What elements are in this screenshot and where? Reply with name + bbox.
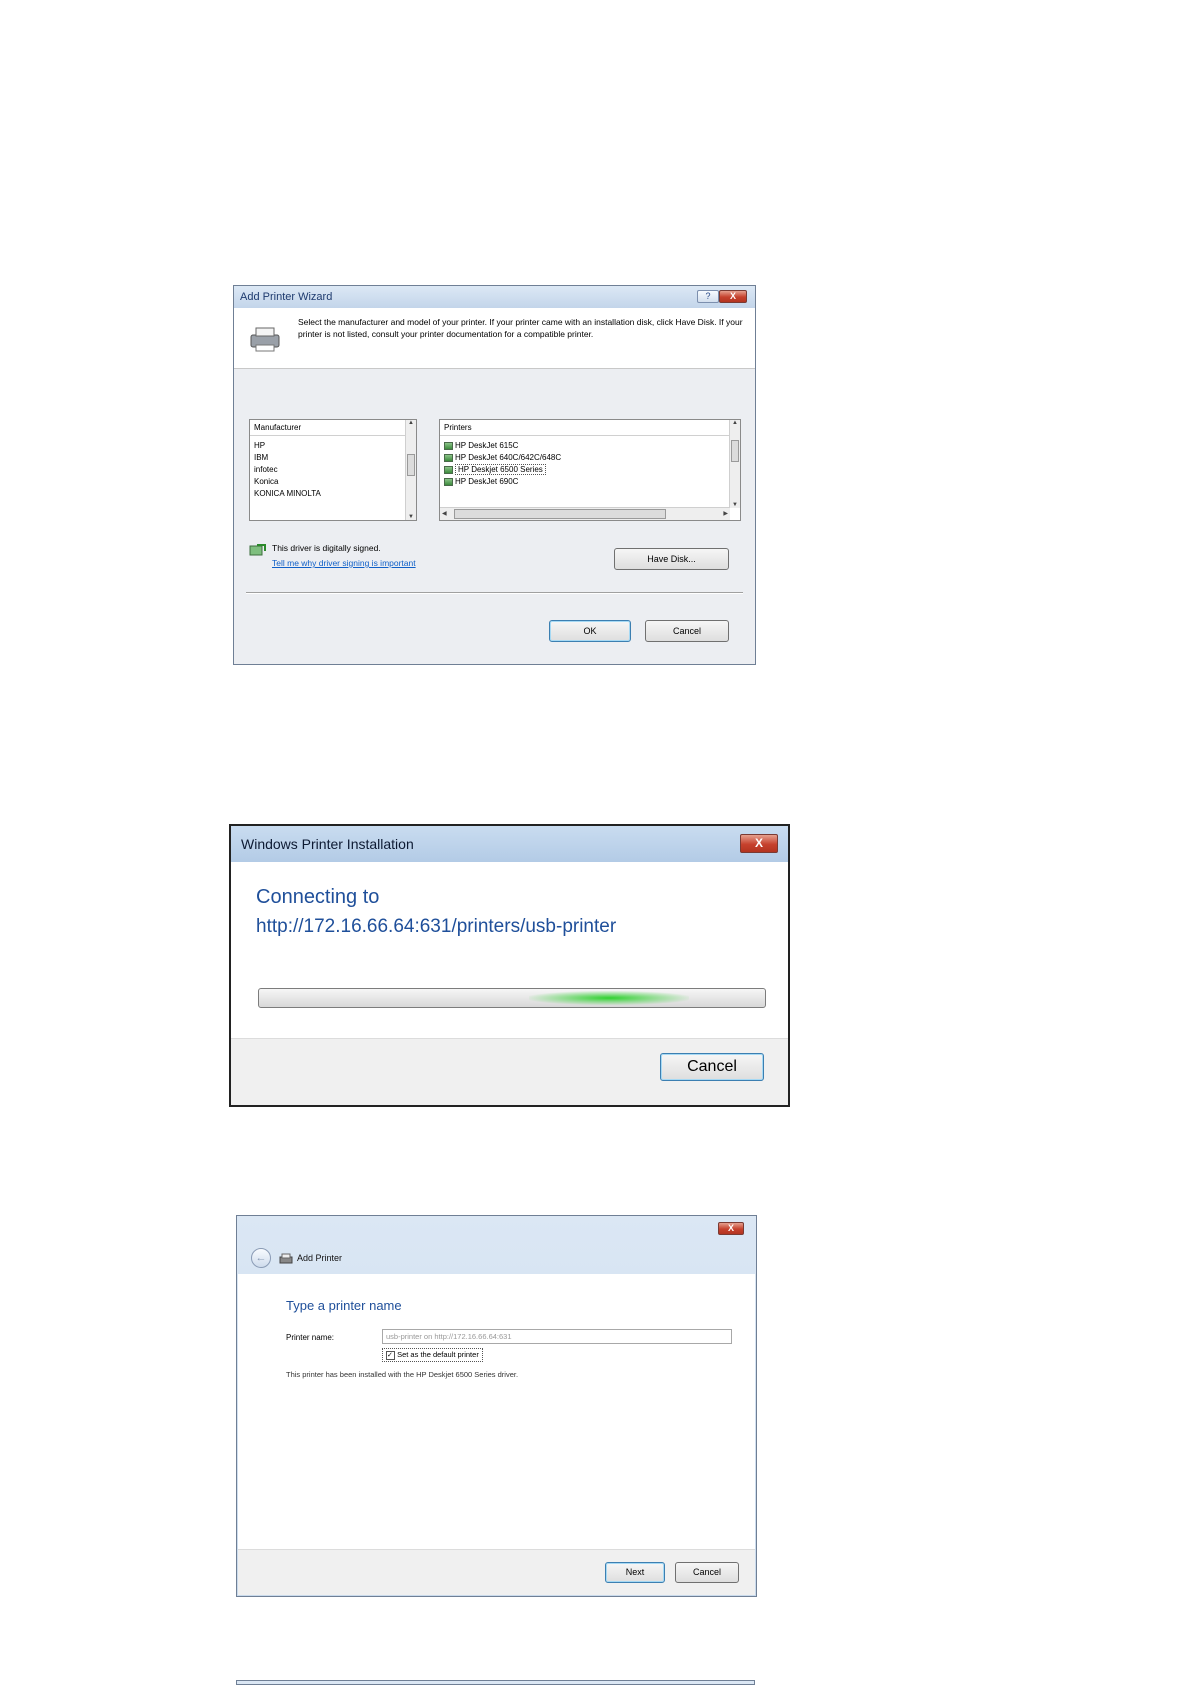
- install-title-bar: Windows Printer Installation X: [231, 826, 788, 862]
- printer-success-window: [236, 1680, 755, 1685]
- scroll-right-icon[interactable]: ▶: [723, 510, 728, 517]
- install-cancel-button[interactable]: Cancel: [660, 1053, 764, 1081]
- next-button[interactable]: Next: [605, 1562, 665, 1583]
- printer-driver-icon: [444, 465, 453, 474]
- help-button[interactable]: ?: [697, 290, 719, 303]
- have-disk-button[interactable]: Have Disk...: [614, 548, 729, 570]
- help-icon: ?: [705, 291, 711, 301]
- printer-small-icon: [279, 1253, 293, 1264]
- close-icon: X: [754, 836, 763, 850]
- list-item[interactable]: IBM: [250, 452, 416, 464]
- list-item[interactable]: HP DeskJet 640C/642C/648C: [440, 452, 740, 464]
- scroll-up-icon[interactable]: ▲: [406, 420, 416, 426]
- printers-hscrollbar[interactable]: ◀ ▶: [440, 507, 730, 520]
- install-progress-bar: [258, 988, 766, 1008]
- wizard-title: Add Printer Wizard: [240, 291, 333, 303]
- list-item[interactable]: KONICA MINOLTA: [250, 488, 416, 500]
- manufacturer-scrollbar[interactable]: ▲ ▼: [405, 420, 416, 520]
- wizard-title-bar: Add Printer Wizard ? X: [234, 286, 755, 308]
- back-arrow-icon: ←: [255, 1252, 267, 1264]
- name-footer: Next Cancel: [238, 1549, 755, 1595]
- wizard-header-panel: Select the manufacturer and model of you…: [234, 308, 755, 369]
- scroll-thumb[interactable]: [454, 509, 666, 519]
- printer-name-label: Printer name:: [286, 1333, 335, 1342]
- ok-button[interactable]: OK: [549, 620, 631, 642]
- list-item[interactable]: HP: [250, 440, 416, 452]
- scroll-left-icon[interactable]: ◀: [442, 510, 447, 517]
- name-heading: Type a printer name: [286, 1298, 402, 1313]
- wizard-divider: [246, 592, 743, 594]
- name-header-title: Add Printer: [297, 1253, 343, 1263]
- close-icon: X: [729, 291, 736, 301]
- manufacturer-list[interactable]: Manufacturer HP IBM infotec Konica KONIC…: [249, 419, 417, 521]
- driver-signing-link[interactable]: Tell me why driver signing is important: [272, 558, 416, 568]
- driver-info-text: This printer has been installed with the…: [286, 1370, 519, 1379]
- wizard-instructions: Select the manufacturer and model of you…: [298, 317, 743, 339]
- printer-name-input[interactable]: [382, 1329, 732, 1344]
- printers-vscrollbar[interactable]: ▲ ▼: [729, 420, 740, 508]
- list-item[interactable]: Konica: [250, 476, 416, 488]
- list-item[interactable]: HP DeskJet 690C: [440, 476, 740, 488]
- printer-installation-window: Windows Printer Installation X Connectin…: [229, 824, 790, 1107]
- back-button[interactable]: ←: [251, 1248, 271, 1268]
- printer-name-window: X ← Add Printer Type a printer name Prin…: [236, 1215, 757, 1597]
- install-connecting-text: Connecting to: [256, 886, 380, 908]
- printer-driver-icon: [444, 477, 453, 486]
- default-printer-checkbox[interactable]: ✓: [386, 1350, 395, 1360]
- printer-icon: [250, 327, 280, 352]
- name-close-button[interactable]: X: [718, 1222, 744, 1235]
- scroll-thumb[interactable]: [731, 440, 739, 462]
- close-icon: X: [727, 1223, 734, 1233]
- install-url-text: http://172.16.66.64:631/printers/usb-pri…: [256, 916, 617, 937]
- printer-driver-icon: [444, 441, 453, 450]
- name-content-panel: Type a printer name Printer name: ✓ Set …: [238, 1274, 755, 1551]
- default-printer-label: Set as the default printer: [397, 1350, 479, 1359]
- default-printer-option[interactable]: ✓ Set as the default printer: [382, 1348, 483, 1362]
- printers-list[interactable]: Printers HP DeskJet 615C HP DeskJet 640C…: [439, 419, 741, 521]
- list-item[interactable]: HP DeskJet 615C: [440, 440, 740, 452]
- name-cancel-button[interactable]: Cancel: [675, 1562, 739, 1583]
- scroll-up-icon[interactable]: ▲: [730, 420, 740, 426]
- scroll-down-icon[interactable]: ▼: [406, 514, 416, 520]
- install-close-button[interactable]: X: [740, 834, 778, 853]
- printer-driver-icon: [444, 453, 453, 462]
- wizard-close-button[interactable]: X: [719, 290, 747, 303]
- manufacturer-header: Manufacturer: [250, 420, 416, 436]
- signed-driver-icon: [249, 544, 266, 556]
- install-progress-glow: [529, 991, 689, 1005]
- scroll-thumb[interactable]: [407, 454, 415, 476]
- signed-driver-text: This driver is digitally signed.: [272, 543, 381, 553]
- add-printer-success-dialog: [236, 1668, 237, 1669]
- list-item-selected[interactable]: HP Deskjet 6500 Series: [440, 464, 740, 476]
- list-item[interactable]: infotec: [250, 464, 416, 476]
- printers-header: Printers: [440, 420, 740, 436]
- install-title: Windows Printer Installation: [241, 836, 414, 852]
- add-printer-wizard-window: Add Printer Wizard ? X Select the manufa…: [233, 285, 756, 665]
- cancel-button[interactable]: Cancel: [645, 620, 729, 642]
- scroll-down-icon[interactable]: ▼: [730, 502, 740, 508]
- install-footer: Cancel: [231, 1038, 788, 1105]
